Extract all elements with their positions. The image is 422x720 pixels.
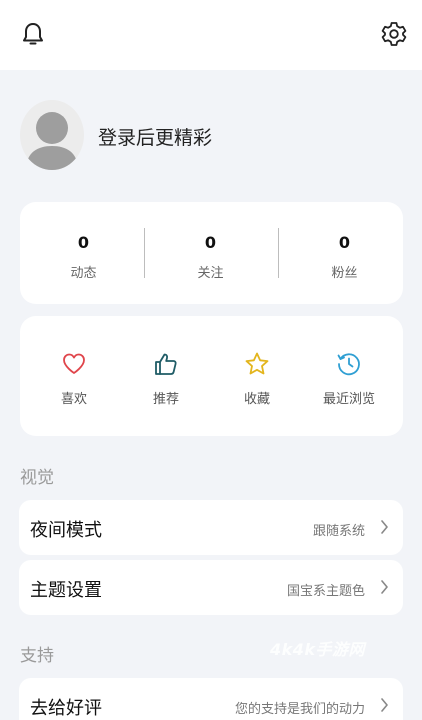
theme-settings-row[interactable]: 主题设置 国宝系主题色 — [19, 560, 403, 615]
row-title: 夜间模式 — [30, 520, 102, 541]
quick-action-label: 推荐 — [152, 392, 179, 407]
history-clock-icon — [337, 353, 360, 376]
heart-icon — [63, 353, 85, 374]
row-title: 主题设置 — [30, 580, 102, 601]
row-title: 去给好评 — [30, 698, 102, 719]
section-title-support: 支持 — [20, 646, 54, 666]
quick-action-recommend[interactable]: 推荐 — [121, 316, 211, 436]
quick-action-likes[interactable]: 喜欢 — [29, 316, 119, 436]
bell-icon[interactable] — [21, 21, 45, 47]
watermark: 4k4k手游网 — [270, 640, 366, 659]
login-prompt[interactable]: 登录后更精彩 — [98, 123, 212, 150]
stat-divider — [144, 228, 145, 278]
stat-posts[interactable]: 0 动态 — [20, 202, 147, 304]
stat-divider — [278, 228, 279, 278]
stat-following-value: 0 — [204, 233, 217, 252]
quick-action-favorites[interactable]: 收藏 — [212, 316, 302, 436]
stat-followers-value: 0 — [338, 233, 351, 252]
row-value: 跟随系统 — [312, 524, 365, 539]
default-avatar-icon — [26, 112, 78, 170]
stat-posts-value: 0 — [77, 233, 90, 252]
stats-card: 0 动态 0 关注 0 粉丝 — [20, 202, 403, 304]
chevron-right-icon — [381, 698, 388, 712]
rate-app-row[interactable]: 去给好评 您的支持是我们的动力 — [19, 678, 403, 720]
stat-posts-label: 动态 — [70, 266, 97, 281]
quick-action-label: 喜欢 — [60, 392, 87, 407]
section-title-visual: 视觉 — [20, 468, 54, 488]
avatar[interactable] — [20, 100, 84, 170]
top-bar — [0, 0, 422, 70]
row-value: 国宝系主题色 — [286, 584, 365, 599]
gear-icon[interactable] — [381, 21, 407, 47]
chevron-right-icon — [381, 580, 388, 594]
stat-following-label: 关注 — [197, 266, 224, 281]
star-icon — [245, 352, 269, 375]
profile-header[interactable]: 登录后更精彩 — [20, 100, 400, 172]
quick-action-recent[interactable]: 最近浏览 — [304, 316, 394, 436]
stat-following[interactable]: 0 关注 — [147, 202, 274, 304]
quick-action-label: 收藏 — [243, 392, 270, 407]
night-mode-row[interactable]: 夜间模式 跟随系统 — [19, 500, 403, 555]
chevron-right-icon — [381, 520, 388, 534]
stat-followers-label: 粉丝 — [331, 266, 358, 281]
row-value: 您的支持是我们的动力 — [234, 702, 365, 717]
quick-action-label: 最近浏览 — [322, 392, 375, 407]
thumbs-up-icon — [155, 353, 177, 375]
stat-followers[interactable]: 0 粉丝 — [281, 202, 408, 304]
quick-actions-card: 喜欢 推荐 收藏 最近浏览 — [20, 316, 403, 436]
